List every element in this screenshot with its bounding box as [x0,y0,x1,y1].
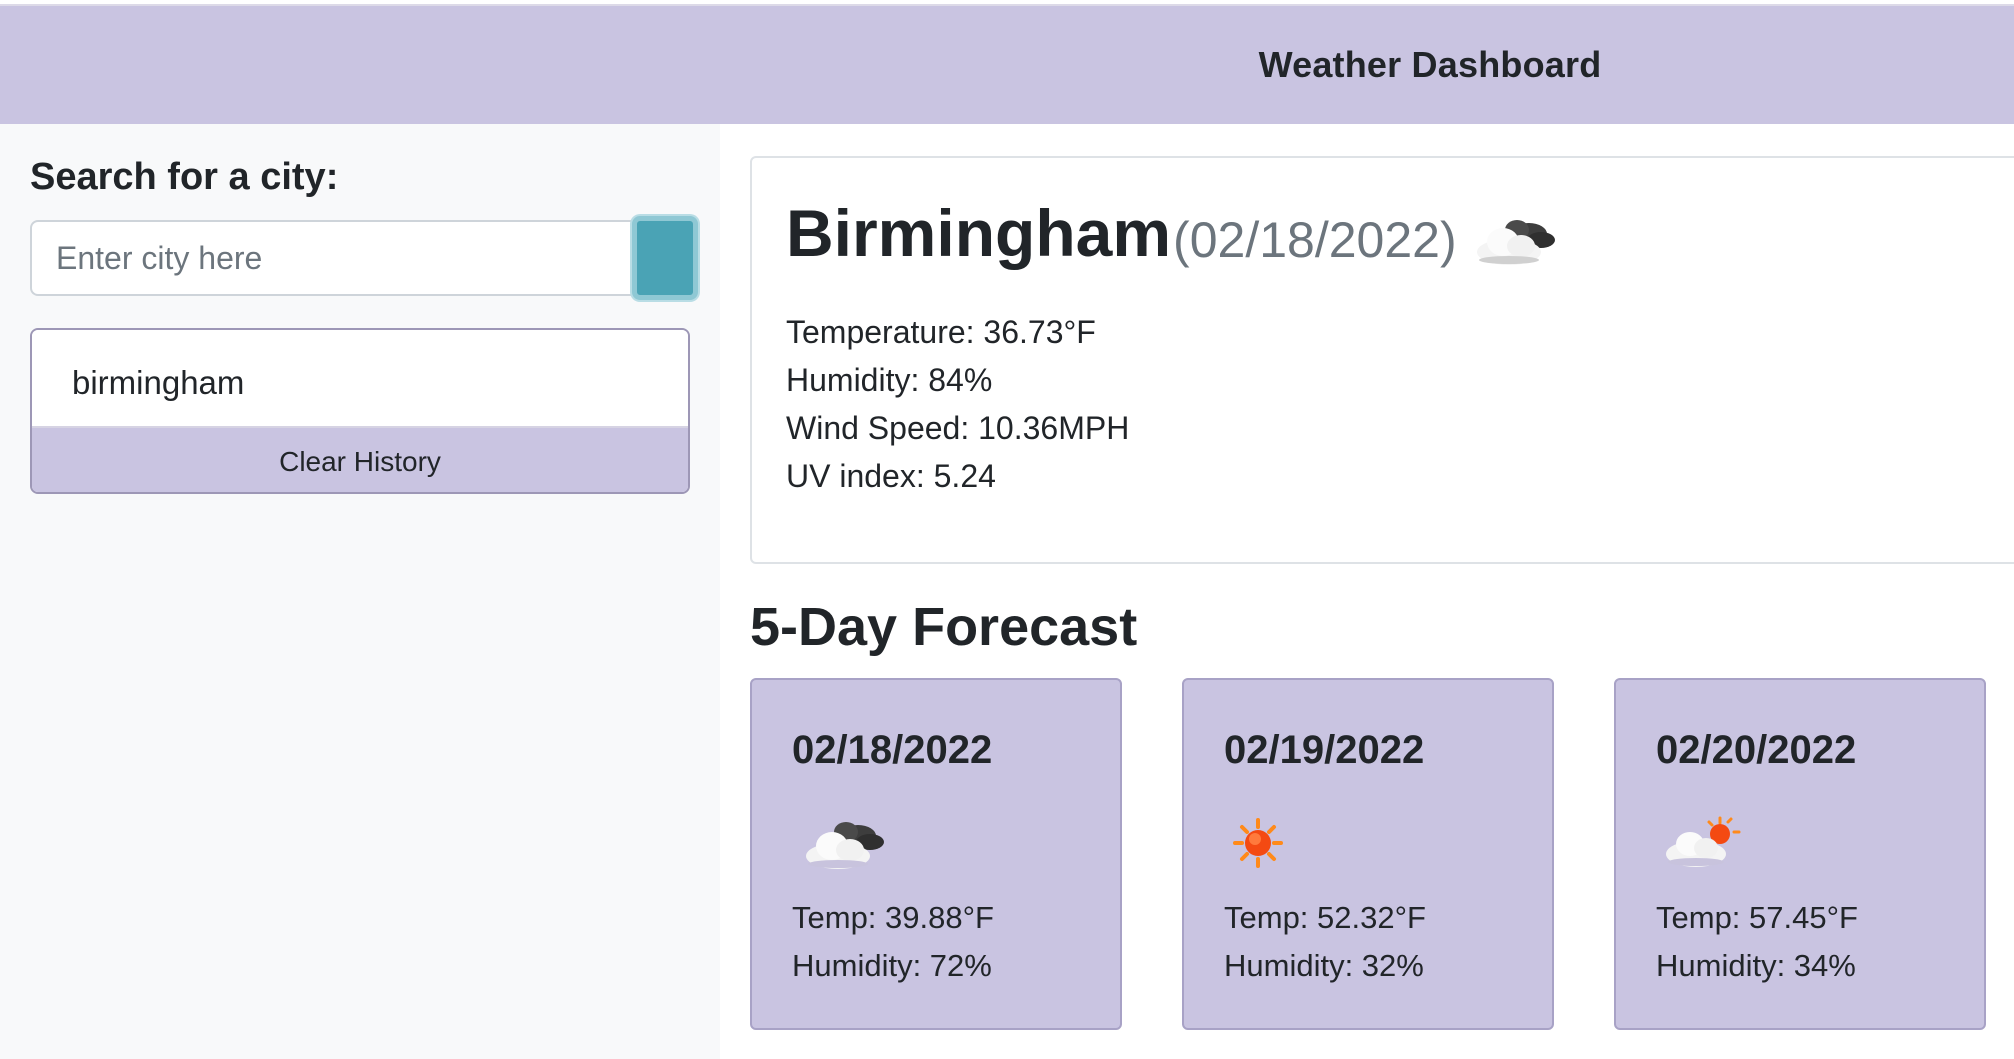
current-weather-card: Birmingham (02/18/2022) Temperature: 36.… [750,156,2014,564]
current-city-heading: Birmingham (02/18/2022) [786,200,1559,266]
sun-icon [1233,818,1283,868]
clear-history-button[interactable]: Clear History [32,428,688,492]
temperature-text: Temperature: 36.73°F [786,314,1096,350]
history-item-birmingham[interactable]: birmingham [32,330,688,428]
forecast-date: 02/18/2022 [792,728,993,772]
header-bar: Weather Dashboard [0,4,2014,124]
cloudy-icon [806,822,884,869]
forecast-card: 02/18/2022 Temp: 39.88°F Humidity: 72% [750,678,1122,1030]
wind-speed-text: Wind Speed: 10.36MPH [786,410,1130,446]
forecast-humidity: Humidity: 34% [1656,948,1856,983]
forecast-temp: Temp: 39.88°F [792,900,994,935]
forecast-card: 02/20/2022 Temp: 57.45°F Humidity: 34% [1614,678,1986,1030]
forecast-date: 02/19/2022 [1224,728,1425,772]
cloudy-icon [1476,220,1555,265]
forecast-card: 02/19/2022 Temp: 52.32°F Humidity: 32% [1182,678,1554,1030]
current-date: (02/18/2022) [1173,211,1457,268]
search-button[interactable] [632,216,698,300]
forecast-temp: Temp: 52.32°F [1224,900,1426,935]
sidebar: Search for a city: birmingham Clear Hist… [0,124,720,1059]
uv-index-text: UV index: 5.24 [786,458,996,494]
forecast-humidity: Humidity: 72% [792,948,992,983]
forecast-date: 02/20/2022 [1656,728,1857,772]
search-history-list: birmingham Clear History [30,328,690,494]
humidity-text: Humidity: 84% [786,362,993,398]
current-stats: Temperature: 36.73°F Humidity: 84% Wind … [786,308,1129,500]
partly-sunny-icon [1666,816,1741,867]
forecast-temp: Temp: 57.45°F [1656,900,1858,935]
forecast-heading: 5-Day Forecast [750,597,1138,657]
search-label: Search for a city: [30,156,339,198]
city-name: Birmingham [786,196,1172,270]
city-search-input[interactable] [30,220,636,296]
page-title: Weather Dashboard [1258,44,1602,85]
forecast-humidity: Humidity: 32% [1224,948,1424,983]
weather-dashboard-app: Weather Dashboard Search for a city: bir… [0,0,2014,1059]
